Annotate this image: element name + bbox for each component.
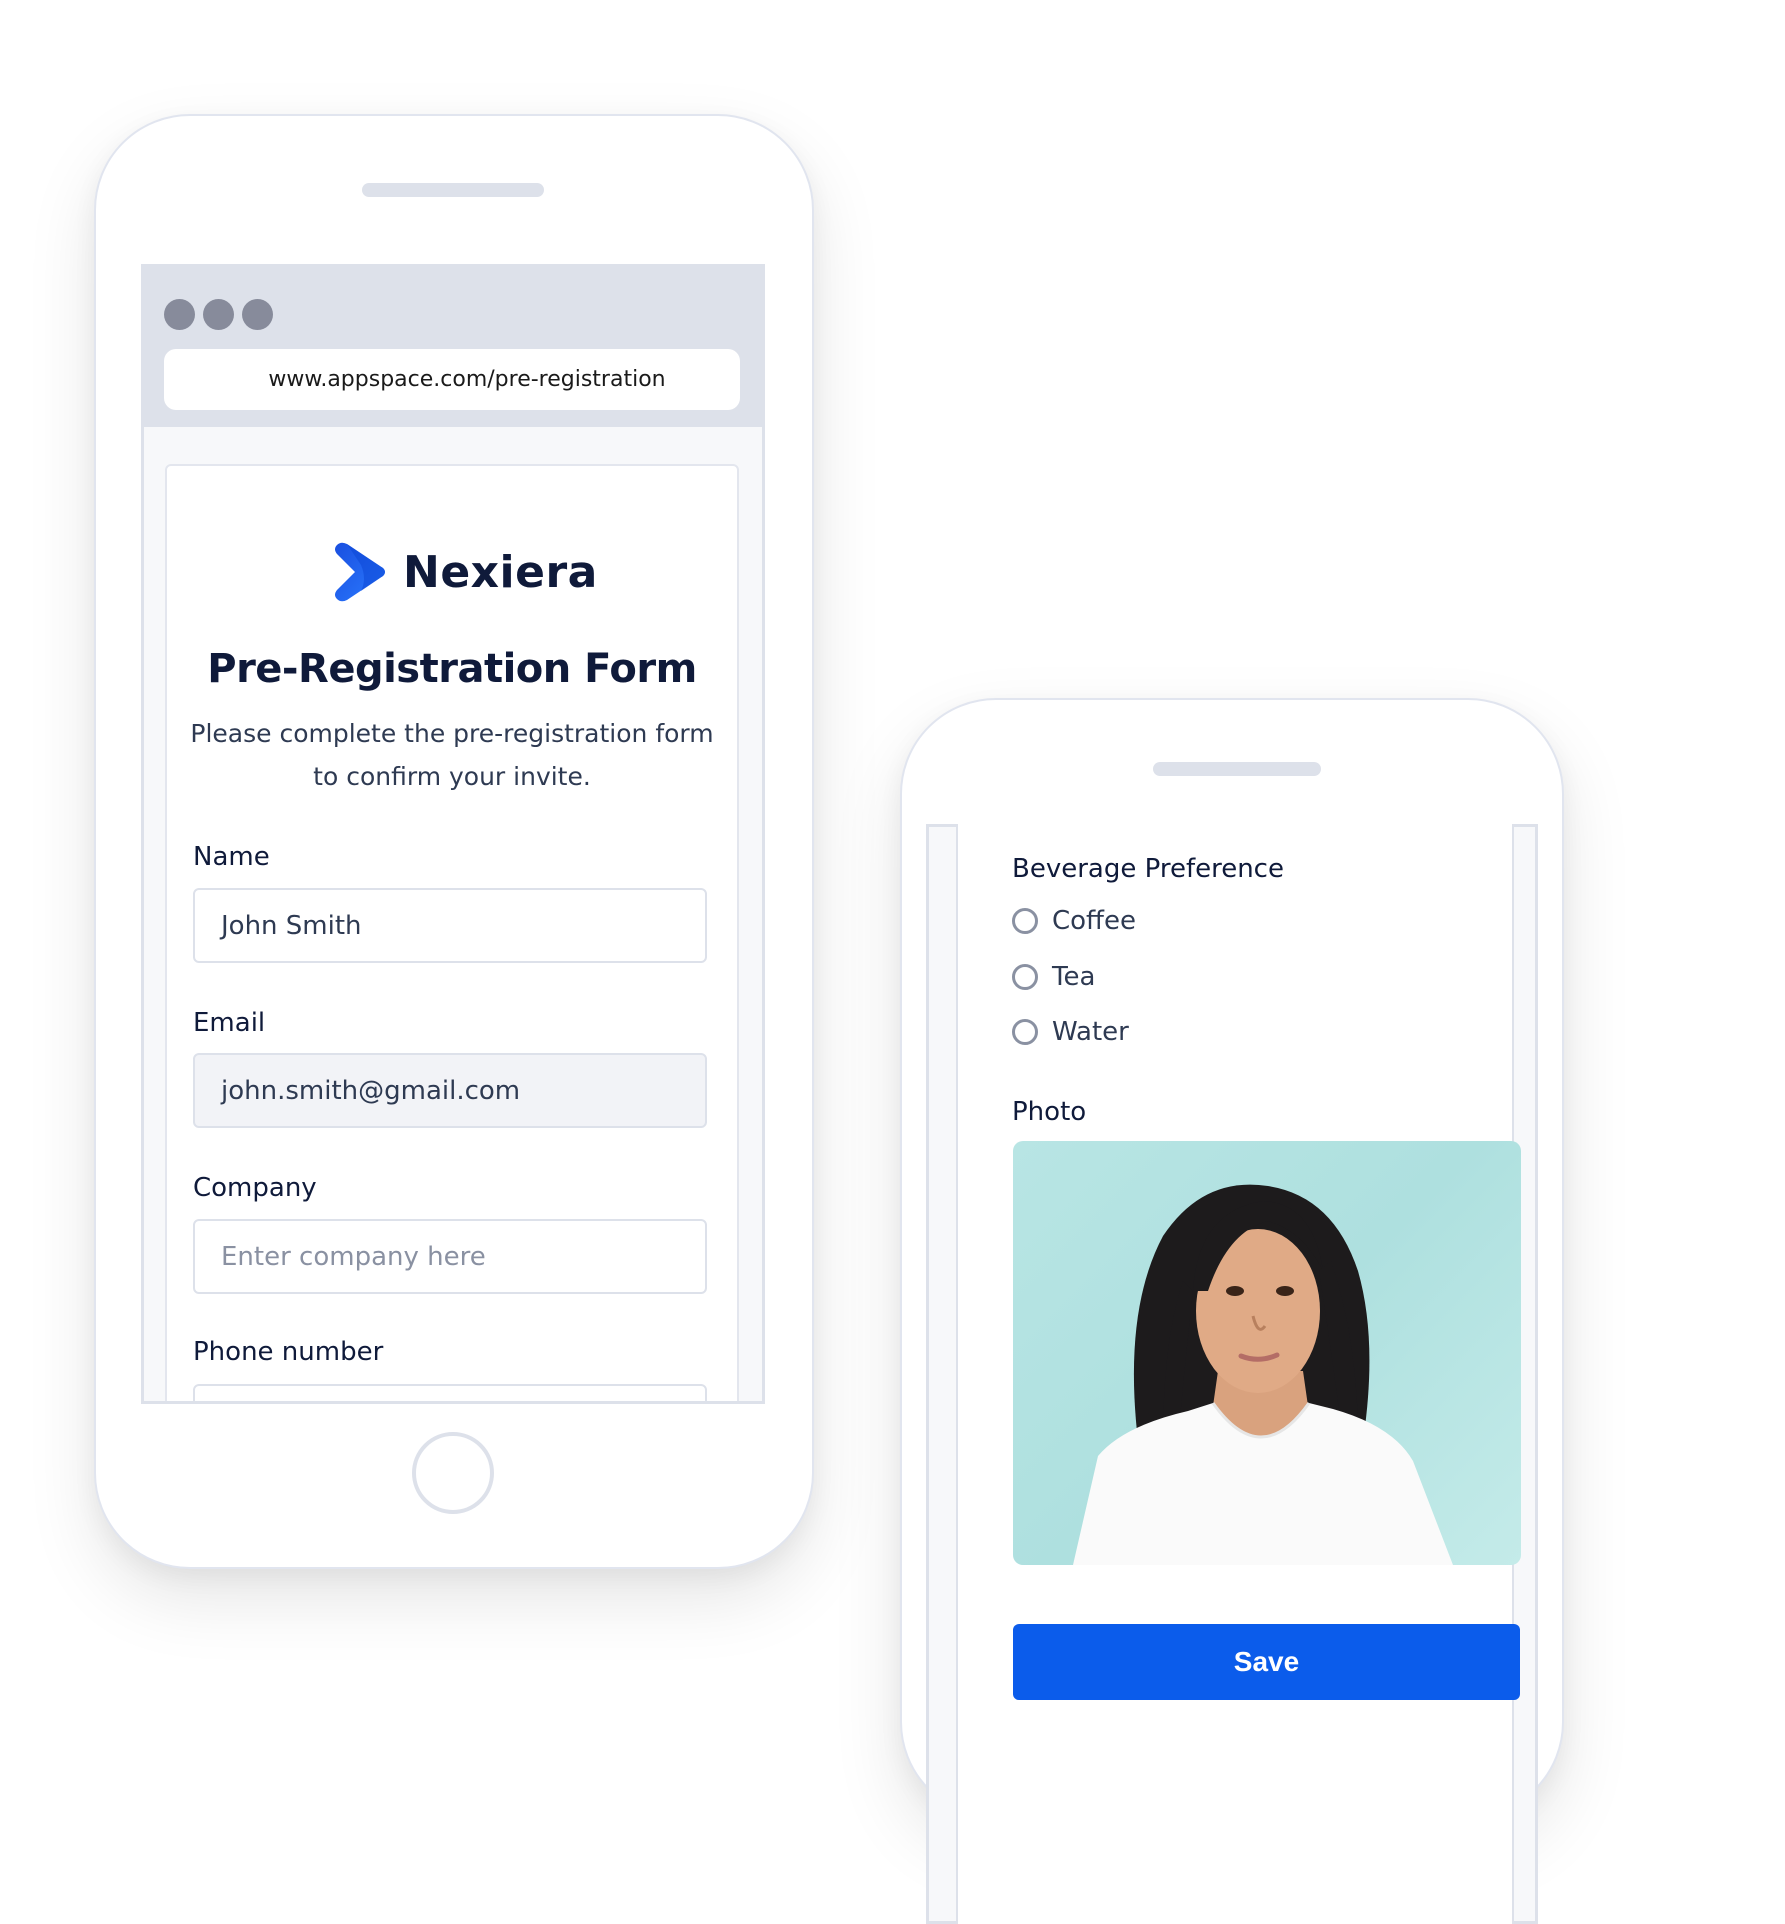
name-label: Name bbox=[193, 842, 270, 872]
photo-label: Photo bbox=[1012, 1097, 1087, 1127]
radio-circle-icon[interactable] bbox=[1012, 1019, 1038, 1045]
address-bar[interactable]: www.appspace.com/pre-registration bbox=[164, 349, 740, 410]
form-continuation: Beverage Preference Coffee Tea Water Pho… bbox=[956, 824, 1521, 1924]
name-input[interactable]: John Smith bbox=[193, 888, 707, 963]
profile-photo[interactable] bbox=[1013, 1141, 1521, 1565]
browser-chrome: www.appspace.com/pre-registration bbox=[144, 267, 762, 427]
email-label: Email bbox=[193, 1008, 266, 1038]
window-control-dot[interactable] bbox=[164, 299, 195, 330]
person-portrait-icon bbox=[1073, 1184, 1453, 1565]
url-text: www.appspace.com/pre-registration bbox=[268, 367, 666, 392]
name-value: John Smith bbox=[221, 910, 362, 941]
home-button[interactable] bbox=[412, 1432, 494, 1514]
brand-logo: Nexiera bbox=[331, 541, 598, 603]
email-value: john.smith@gmail.com bbox=[221, 1075, 521, 1106]
form-title: Pre-Registration Form bbox=[207, 646, 697, 692]
left-phone-mockup: www.appspace.com/pre-registration Nexier… bbox=[94, 114, 814, 1569]
beverage-preference-label: Beverage Preference bbox=[1012, 854, 1284, 884]
company-placeholder: Enter company here bbox=[221, 1241, 486, 1272]
save-button[interactable]: Save bbox=[1013, 1624, 1520, 1700]
chevron-right-logo-icon bbox=[335, 542, 385, 602]
radio-option-coffee[interactable]: Coffee bbox=[1012, 906, 1136, 936]
window-control-dot[interactable] bbox=[203, 299, 234, 330]
phone-speaker bbox=[362, 183, 544, 197]
radio-circle-icon[interactable] bbox=[1012, 908, 1038, 934]
radio-label: Water bbox=[1052, 1017, 1129, 1047]
phone-number-label: Phone number bbox=[193, 1337, 384, 1367]
company-label: Company bbox=[193, 1173, 317, 1203]
phone-screen: Beverage Preference Coffee Tea Water Pho… bbox=[926, 824, 1538, 1924]
email-input[interactable]: john.smith@gmail.com bbox=[193, 1053, 707, 1128]
phone-number-input[interactable] bbox=[193, 1384, 707, 1401]
radio-label: Coffee bbox=[1052, 906, 1136, 936]
brand-name: Nexiera bbox=[403, 546, 598, 598]
phone-speaker bbox=[1153, 762, 1321, 776]
company-input[interactable]: Enter company here bbox=[193, 1219, 707, 1294]
radio-label: Tea bbox=[1052, 962, 1096, 992]
form-subtitle: Please complete the pre-registration for… bbox=[190, 719, 714, 791]
radio-option-tea[interactable]: Tea bbox=[1012, 962, 1095, 992]
radio-circle-icon[interactable] bbox=[1012, 964, 1038, 990]
right-phone-mockup: Beverage Preference Coffee Tea Water Pho… bbox=[900, 698, 1564, 1924]
registration-form: Nexiera Pre-Registration Form Please com… bbox=[165, 464, 739, 1401]
browser-window: www.appspace.com/pre-registration Nexier… bbox=[141, 264, 765, 1404]
radio-option-water[interactable]: Water bbox=[1012, 1017, 1129, 1047]
window-control-dot[interactable] bbox=[242, 299, 273, 330]
